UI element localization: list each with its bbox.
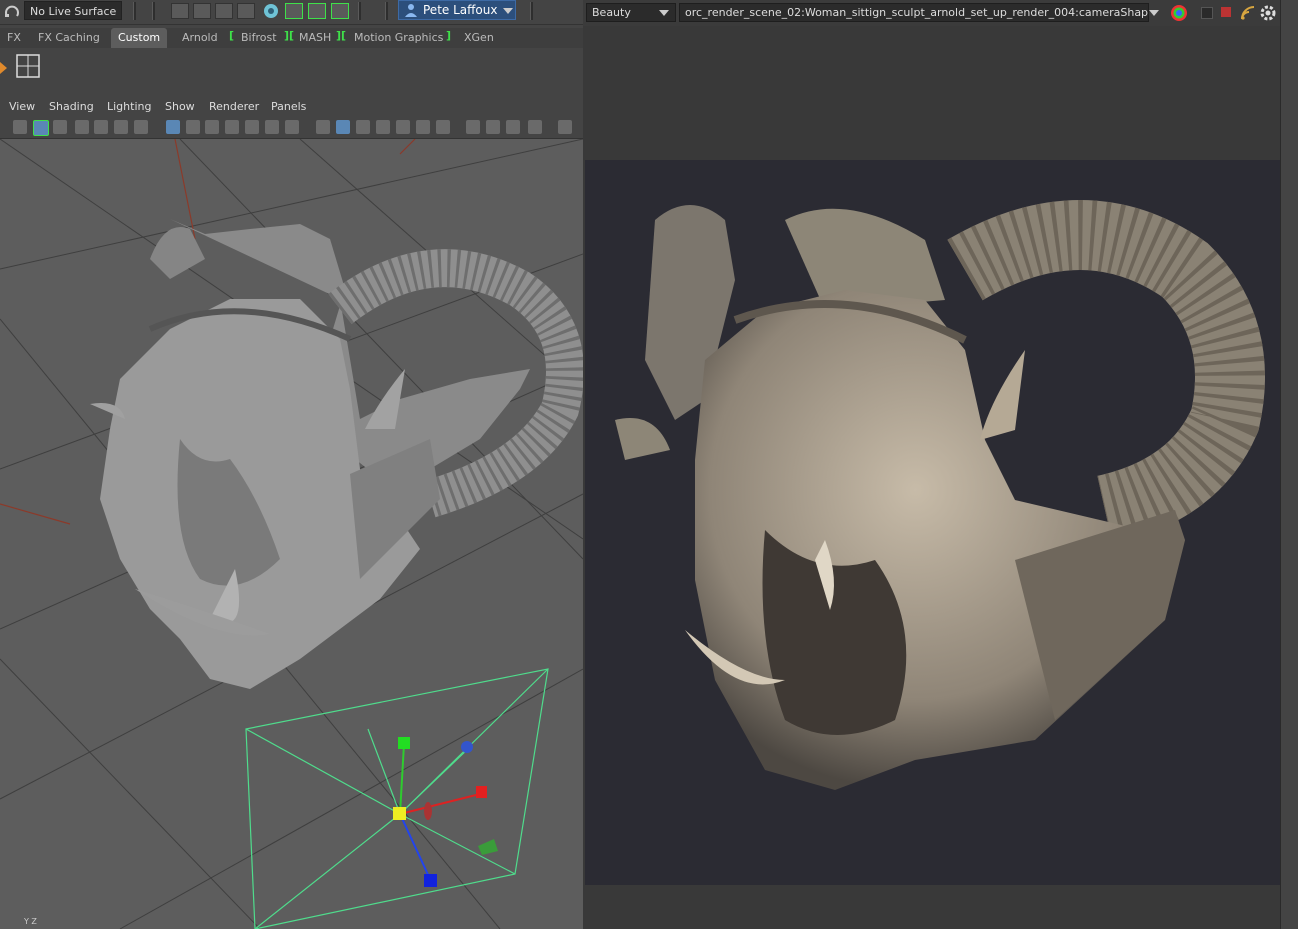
stop-render-icon[interactable] (1221, 7, 1231, 17)
axis-line (174, 139, 196, 240)
menu-renderer[interactable]: Renderer (209, 98, 259, 116)
tab-fx-caching[interactable]: FX Caching (31, 28, 107, 48)
gear-icon[interactable] (1259, 4, 1277, 22)
chevron-down-icon[interactable] (659, 10, 669, 16)
broadcast-icon[interactable] (1240, 5, 1256, 21)
tab-motion-graphics[interactable]: Motion Graphics (347, 28, 450, 48)
shelf-tab-bar: FX FX Caching Custom Arnold [ Bifrost ][… (0, 28, 583, 48)
toolbar-separator (152, 2, 155, 20)
shelf-bracket: ][ (336, 29, 347, 42)
color-channels-icon[interactable] (1170, 4, 1188, 22)
checkbox-icon[interactable] (1201, 7, 1213, 19)
render-view-toolbar: Beauty orc_render_scene_02:Woman_sittign… (583, 0, 1280, 26)
orc-sculpt-model[interactable] (90, 219, 583, 689)
image-plane-icon[interactable] (94, 120, 108, 134)
grid-layout-icon[interactable] (16, 54, 40, 78)
axis-indicator: Y Z (24, 917, 37, 926)
wireframe-on-shaded-icon[interactable] (376, 120, 390, 134)
render-view-icon[interactable] (171, 3, 189, 19)
live-surface-field[interactable]: No Live Surface (24, 1, 122, 20)
use-default-material-icon[interactable] (356, 120, 370, 134)
tab-arnold[interactable]: Arnold (175, 28, 225, 48)
bookmark-camera-icon[interactable] (53, 120, 67, 134)
safe-action-icon[interactable] (265, 120, 279, 134)
chevron-down-icon[interactable] (503, 8, 513, 14)
ipr-render-icon[interactable] (215, 3, 233, 19)
transform-manipulator[interactable] (393, 737, 498, 887)
film-gate-icon[interactable] (186, 120, 200, 134)
isolate-select-icon[interactable] (558, 120, 572, 134)
right-side-panel-edge[interactable] (1280, 0, 1298, 929)
arnold-light-icon[interactable] (308, 3, 326, 19)
grease-pencil-icon[interactable] (134, 120, 148, 134)
resolution-gate-icon[interactable] (205, 120, 219, 134)
camera-icon[interactable] (13, 120, 27, 134)
status-line: No Live Surface Pete Laffoux (0, 0, 583, 25)
camera-attributes-icon[interactable] (33, 120, 49, 136)
safe-title-icon[interactable] (285, 120, 299, 134)
toolbar-separator (358, 2, 361, 20)
menu-view[interactable]: View (9, 98, 35, 116)
viewport-menu-bar: View Shading Lighting Show Renderer Pane… (0, 98, 583, 116)
user-name: Pete Laffoux (423, 3, 498, 17)
camera-frustum[interactable] (245, 668, 549, 929)
render-settings-icon[interactable] (237, 3, 255, 19)
magnet-icon[interactable] (4, 3, 20, 19)
viewport-scene (0, 139, 583, 929)
smooth-shade-icon[interactable] (336, 120, 350, 134)
chevron-down-icon[interactable] (1149, 10, 1159, 16)
camera-dropdown[interactable]: orc_render_scene_02:Woman_sittign_sculpt… (679, 3, 1149, 22)
shelf-menu-arrow-icon[interactable] (0, 62, 8, 74)
2d-pan-zoom-icon[interactable] (114, 120, 128, 134)
toolbar-separator (133, 2, 136, 20)
aov-value: Beauty (592, 6, 631, 19)
toolbar-separator (530, 2, 533, 20)
tab-mash[interactable]: MASH (292, 28, 338, 48)
wireframe-icon[interactable] (316, 120, 330, 134)
gate-mask-icon[interactable] (225, 120, 239, 134)
shelf-bracket: ] (446, 29, 452, 42)
user-icon (405, 4, 417, 17)
tab-xgen[interactable]: XGen (457, 28, 501, 48)
toolbar-separator (385, 2, 388, 20)
shadows-icon[interactable] (436, 120, 450, 134)
bookmark-icon[interactable] (75, 120, 89, 134)
tab-fx[interactable]: FX (0, 28, 28, 48)
use-all-lights-icon[interactable] (416, 120, 430, 134)
pause-render-icon[interactable] (331, 3, 349, 19)
screen-space-ao-icon[interactable] (466, 120, 480, 134)
render-image[interactable] (585, 160, 1280, 885)
tab-bifrost[interactable]: Bifrost (234, 28, 284, 48)
tab-custom[interactable]: Custom (111, 28, 168, 48)
motion-blur-icon[interactable] (486, 120, 500, 134)
menu-shading[interactable]: Shading (49, 98, 94, 116)
shelf-content (0, 48, 583, 96)
field-chart-icon[interactable] (245, 120, 259, 134)
menu-lighting[interactable]: Lighting (107, 98, 151, 116)
camera-value: orc_render_scene_02:Woman_sittign_sculpt… (685, 6, 1149, 19)
viewport-toolbar (0, 116, 583, 139)
depth-of-field-icon[interactable] (528, 120, 542, 134)
rendered-orc-image (615, 200, 1265, 790)
menu-panels[interactable]: Panels (271, 98, 306, 116)
anti-aliasing-icon[interactable] (506, 120, 520, 134)
textured-icon[interactable] (396, 120, 410, 134)
grid-icon[interactable] (166, 120, 180, 134)
axis-line (399, 139, 416, 155)
viewport-panel[interactable]: Y Z (0, 139, 583, 929)
render-current-frame-icon[interactable] (193, 3, 211, 19)
hypershade-icon[interactable] (262, 2, 280, 20)
axis-line (0, 503, 71, 525)
arnold-render-view-icon[interactable] (285, 3, 303, 19)
menu-show[interactable]: Show (165, 98, 195, 116)
